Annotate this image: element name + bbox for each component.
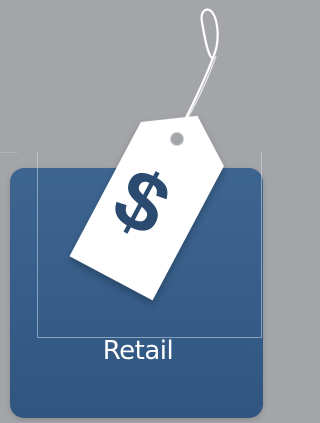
tile-label: Retail <box>102 336 174 366</box>
